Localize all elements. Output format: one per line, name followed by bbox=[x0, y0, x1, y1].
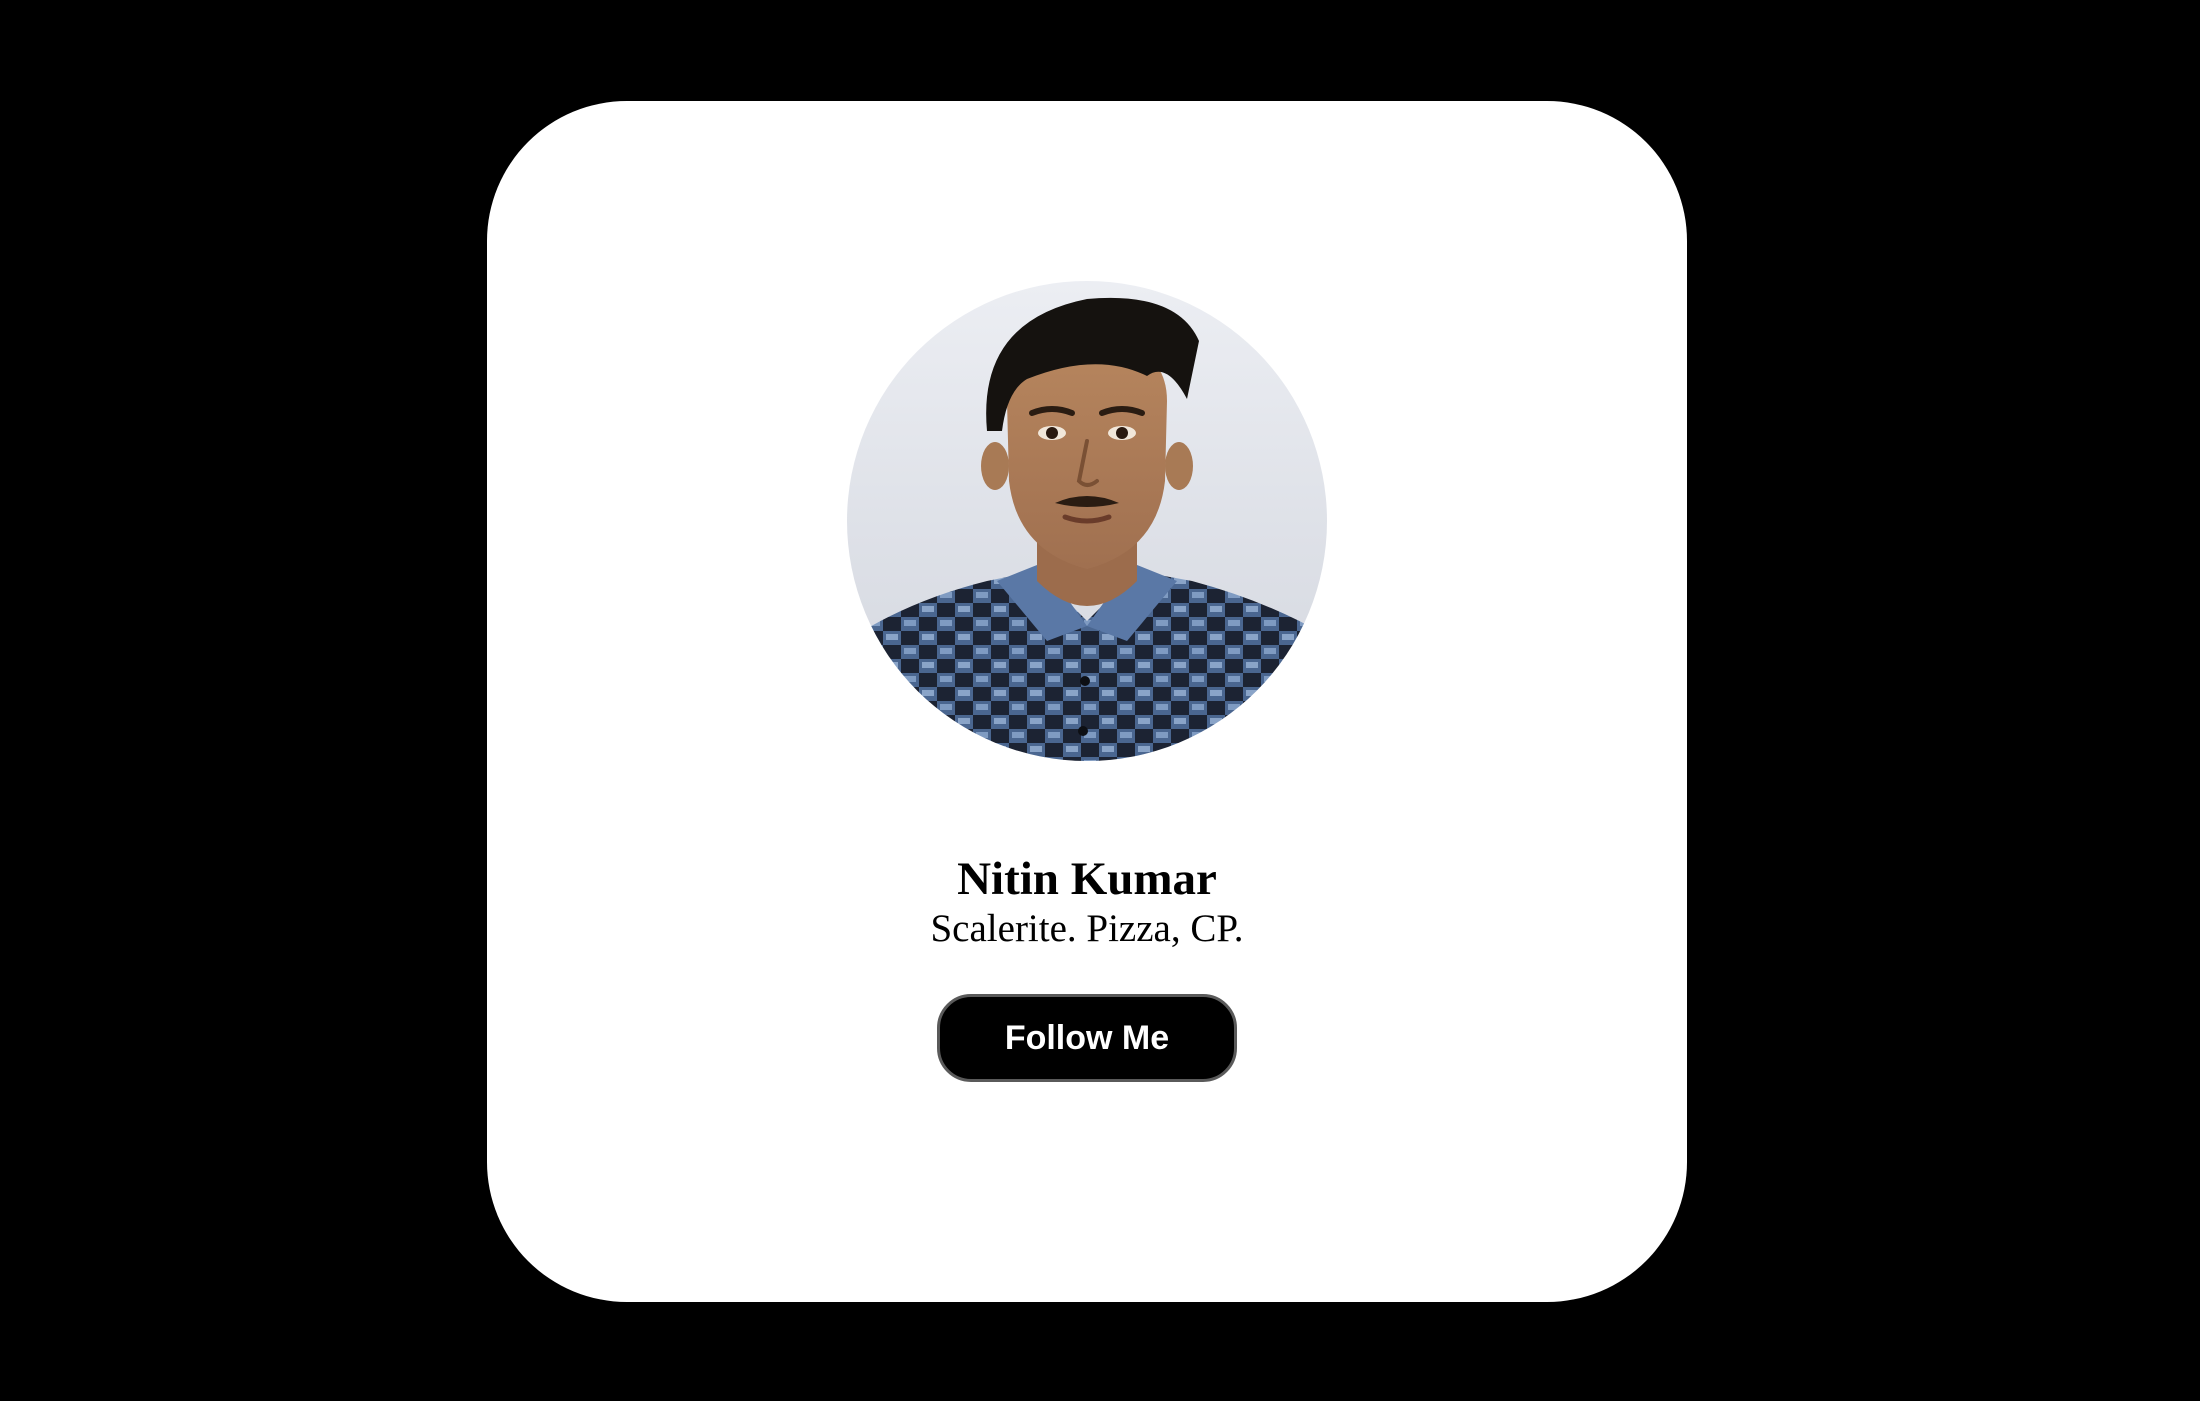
profile-name: Nitin Kumar bbox=[957, 853, 1217, 905]
page: Nitin Kumar Scalerite. Pizza, CP. Follow… bbox=[0, 0, 2200, 1401]
profile-tagline: Scalerite. Pizza, CP. bbox=[930, 907, 1244, 950]
profile-card: Nitin Kumar Scalerite. Pizza, CP. Follow… bbox=[487, 101, 1687, 1302]
avatar-photo bbox=[847, 297, 1327, 761]
avatar bbox=[847, 281, 1327, 761]
follow-button[interactable]: Follow Me bbox=[937, 994, 1237, 1082]
